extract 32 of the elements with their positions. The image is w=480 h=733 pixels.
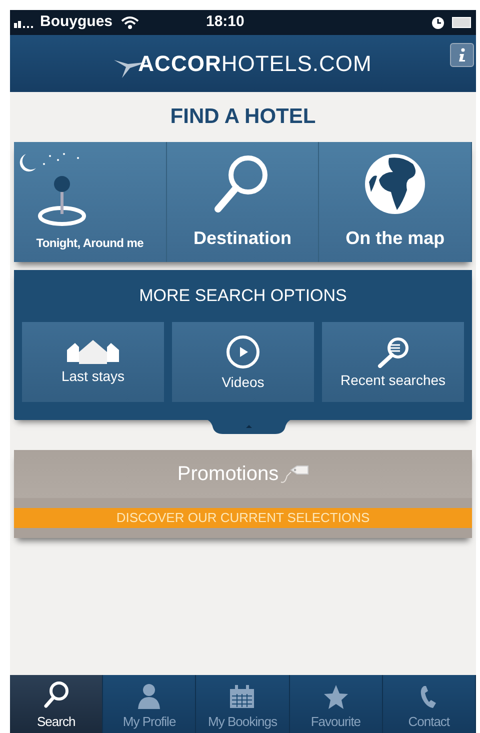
phone-icon bbox=[418, 684, 439, 708]
battery-icon bbox=[452, 17, 472, 28]
tab-item[interactable]: Search bbox=[10, 675, 104, 733]
search-icon bbox=[43, 680, 70, 708]
option-tile[interactable]: Last stays bbox=[22, 322, 164, 402]
search-tile[interactable]: Destination bbox=[166, 142, 320, 262]
play-icon bbox=[225, 334, 261, 370]
brand-logo: ACCORHOTELS.COM bbox=[138, 50, 372, 78]
calendar-icon bbox=[229, 684, 256, 708]
search-tile[interactable]: On the map bbox=[319, 142, 472, 262]
option-tile[interactable]: Recent searches bbox=[322, 322, 464, 402]
page-title: FIND A HOTEL bbox=[170, 104, 316, 130]
option-tile[interactable]: Videos bbox=[172, 322, 314, 402]
info-icon bbox=[458, 48, 466, 62]
clock-icon bbox=[432, 16, 444, 28]
section-title: MORE SEARCH OPTIONS bbox=[139, 285, 347, 308]
person-icon bbox=[137, 682, 162, 708]
magnifier-icon bbox=[376, 336, 410, 368]
tab-item[interactable]: Contact bbox=[382, 675, 476, 733]
globe-icon bbox=[363, 152, 428, 216]
tab-item[interactable]: My Profile bbox=[103, 675, 196, 733]
tab-item[interactable]: Favourite bbox=[290, 675, 383, 733]
tab-item[interactable]: My Bookings bbox=[196, 675, 290, 733]
promotions-title: Promotions bbox=[177, 462, 279, 487]
star-icon bbox=[322, 684, 349, 708]
info-button[interactable] bbox=[450, 43, 474, 67]
status-time: 18:10 bbox=[206, 12, 244, 32]
carrier-name: Bouygues bbox=[40, 12, 113, 32]
wifi-icon bbox=[120, 16, 139, 29]
search-tile[interactable]: Tonight, Around me bbox=[14, 142, 167, 262]
price-tag-icon bbox=[278, 464, 309, 484]
banner-text: DISCOVER OUR CURRENT SELECTIONS bbox=[116, 509, 370, 528]
